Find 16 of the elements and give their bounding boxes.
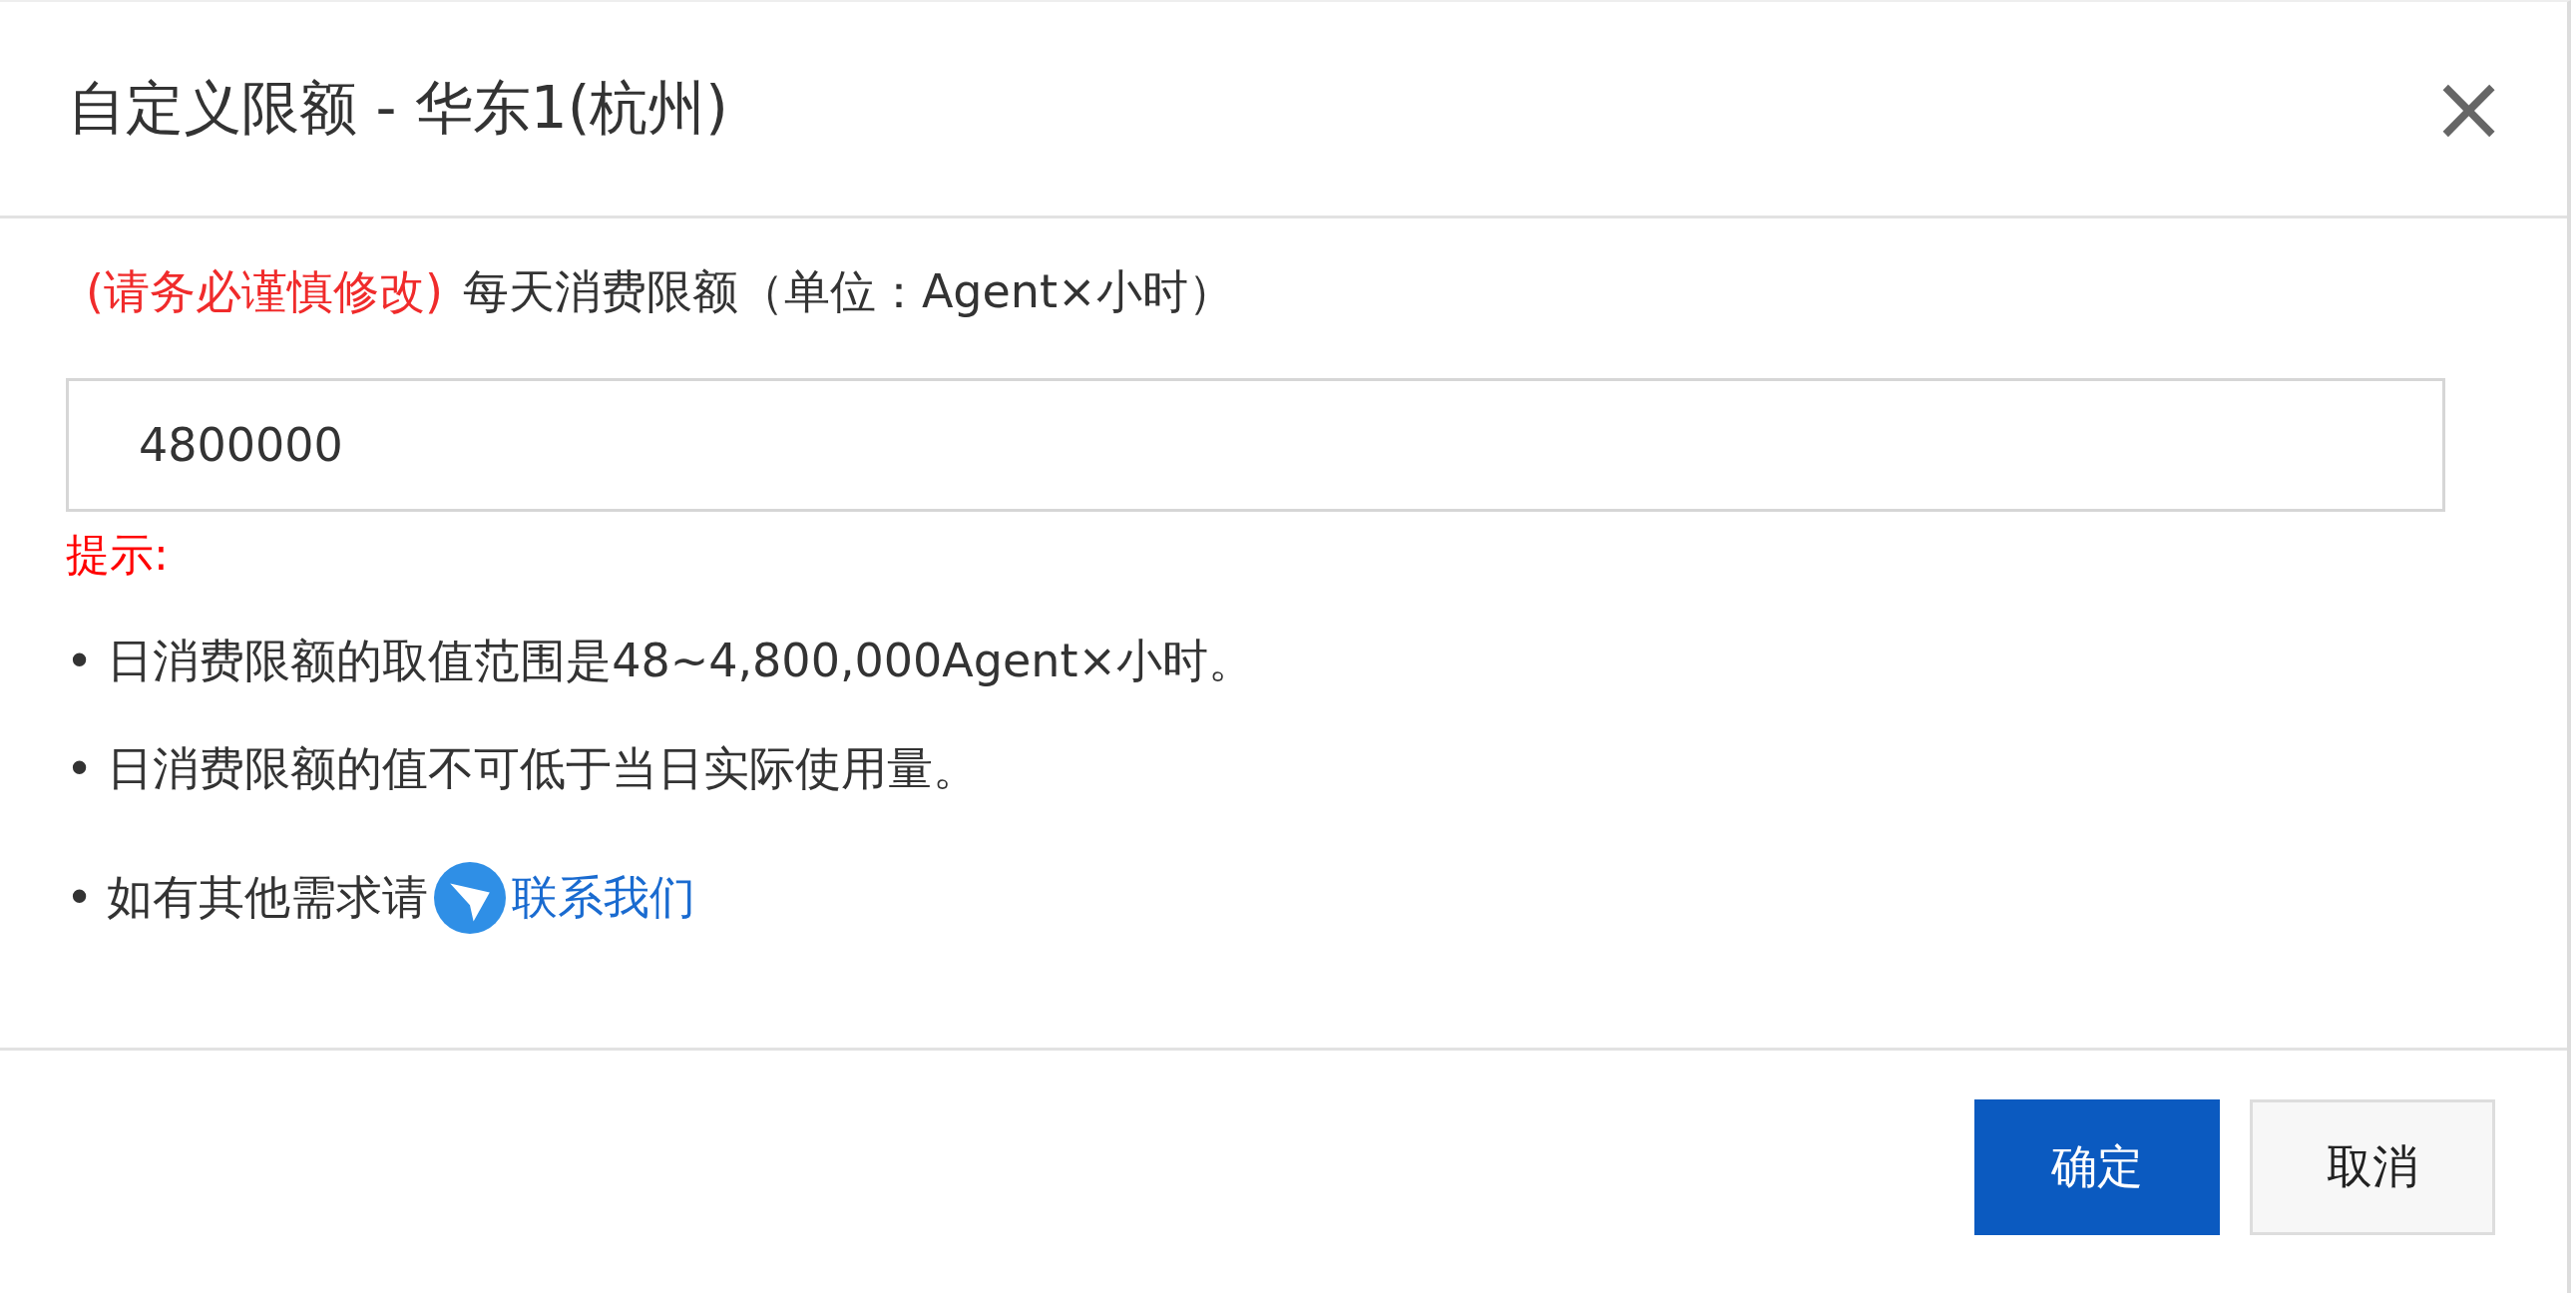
bullet-mark: • (66, 742, 94, 796)
bullet-mark: • (66, 635, 94, 688)
cancel-button[interactable]: 取消 (2250, 1098, 2495, 1235)
dialog-title: 自定义限额 - 华东1(杭州) (68, 73, 728, 144)
bullet-mark: • (66, 871, 94, 925)
hint-text: 如有其他需求请 (107, 869, 429, 926)
hint-title: 提示: (66, 528, 170, 582)
field-label: 每天消费限额（单位：Agent×小时） (462, 263, 1234, 320)
hint-text: 日消费限额的取值范围是48~4,800,000Agent×小时。 (107, 633, 1255, 689)
limit-input[interactable]: 4800000 (66, 378, 2445, 512)
warning-text: (请务必谨慎修改) (86, 263, 443, 320)
hint-text: 日消费限额的值不可低于当日实际使用量。 (107, 740, 980, 797)
paper-plane-icon (434, 862, 507, 934)
contact-link[interactable]: 联系我们 (512, 867, 696, 929)
close-button[interactable]: × (2429, 63, 2507, 155)
confirm-button[interactable]: 确定 (1974, 1098, 2220, 1235)
